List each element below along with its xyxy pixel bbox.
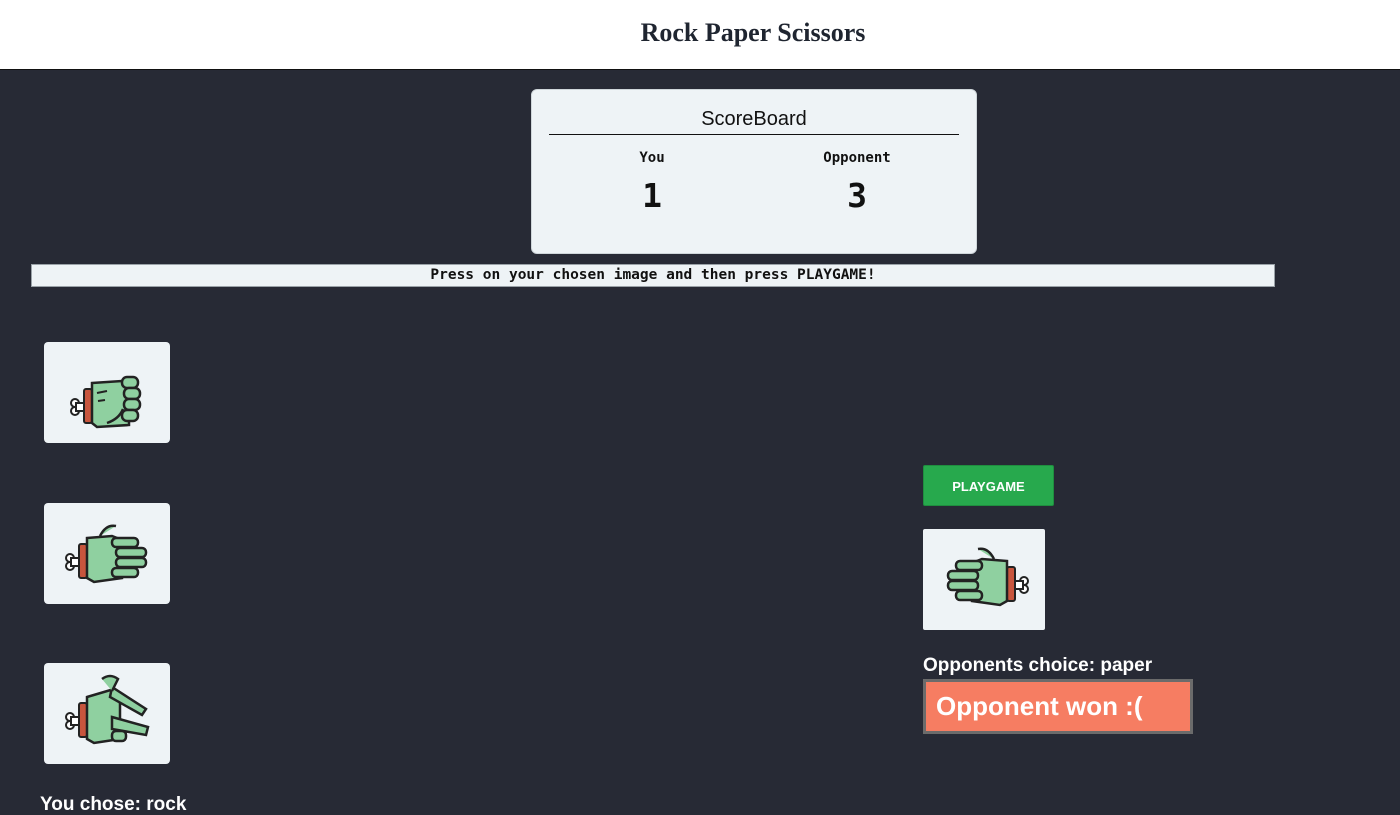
playgame-button[interactable]: PLAYGAME — [923, 465, 1054, 506]
opponent-label: Opponent — [823, 150, 891, 166]
zombie-fist-icon — [70, 375, 142, 428]
opponent-choice-text: Opponents choice: paper — [923, 655, 1153, 676]
opponent-choice-card — [923, 529, 1045, 630]
player-choice-text: You chose: rock — [40, 794, 187, 815]
scoreboard-title: ScoreBoard — [549, 108, 959, 135]
you-score: 1 — [642, 176, 662, 215]
you-score-column: You 1 — [582, 150, 722, 215]
opponent-score: 3 — [847, 176, 867, 215]
choice-scissors-button[interactable] — [44, 663, 170, 764]
instruction-banner: Press on your chosen image and then pres… — [31, 264, 1275, 287]
zombie-open-hand-icon — [946, 546, 1029, 606]
zombie-scissors-hand-icon — [65, 674, 150, 744]
result-banner: Opponent won :( — [923, 679, 1193, 734]
page-title: Rock Paper Scissors — [640, 18, 866, 47]
app-header: Rock Paper Scissors — [0, 0, 1400, 70]
zombie-open-hand-icon — [65, 523, 148, 583]
choice-rock-button[interactable] — [44, 342, 170, 443]
choice-paper-button[interactable] — [44, 503, 170, 604]
scoreboard: ScoreBoard You 1 Opponent 3 — [531, 89, 977, 254]
you-label: You — [639, 150, 665, 166]
opponent-score-column: Opponent 3 — [787, 150, 927, 215]
